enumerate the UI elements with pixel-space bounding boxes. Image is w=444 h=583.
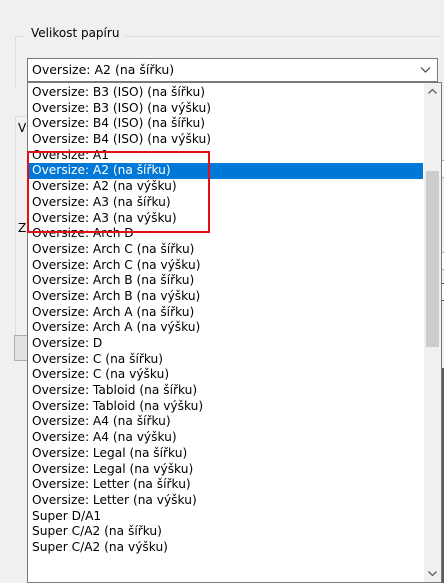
dropdown-scrollbar[interactable] (424, 83, 441, 582)
list-item[interactable]: Oversize: Arch B (na šířku) (28, 273, 423, 289)
list-item[interactable]: Oversize: Arch A (na šířku) (28, 305, 423, 321)
list-item[interactable]: Super D/A1 (28, 509, 423, 525)
red-annotation-box (27, 151, 210, 233)
list-item[interactable]: Oversize: C (na šířku) (28, 352, 423, 368)
paper-size-group-label: Velikost papíru (25, 26, 126, 40)
list-item[interactable]: Oversize: D (28, 336, 423, 352)
list-item[interactable]: Oversize: Arch A (na výšku) (28, 320, 423, 336)
list-item[interactable]: Oversize: Legal (na šířku) (28, 446, 423, 462)
list-item[interactable]: Oversize: B3 (ISO) (na šířku) (28, 85, 423, 101)
list-item[interactable]: Oversize: Tabloid (na výšku) (28, 399, 423, 415)
paper-size-combobox[interactable]: Oversize: A2 (na šířku) (27, 58, 438, 82)
list-item[interactable]: Oversize: Letter (na šířku) (28, 477, 423, 493)
paper-size-selected-value: Oversize: A2 (na šířku) (32, 62, 175, 77)
list-item[interactable]: Oversize: Arch C (na šířku) (28, 242, 423, 258)
list-item[interactable]: Super C/A2 (na výšku) (28, 540, 423, 556)
list-item[interactable]: Oversize: Letter (na výšku) (28, 493, 423, 509)
paper-size-label-text: Velikost papíru (31, 26, 120, 40)
background-label-fragment-v: V (18, 121, 27, 135)
list-item[interactable]: Oversize: Tabloid (na šířku) (28, 383, 423, 399)
list-item[interactable]: Oversize: B4 (ISO) (na výšku) (28, 132, 423, 148)
background-label-fragment-z: Z (18, 221, 27, 235)
list-item[interactable]: Super C/A2 (na šířku) (28, 524, 423, 540)
scrollbar-thumb[interactable] (426, 171, 439, 347)
print-settings-screen: Velikost papíru V Z y s Oversize: A2 (na… (0, 0, 444, 583)
arrow-up-icon[interactable] (424, 83, 441, 100)
list-item[interactable]: Oversize: A4 (na výšku) (28, 430, 423, 446)
list-item[interactable]: Oversize: B4 (ISO) (na šířku) (28, 116, 423, 132)
list-item[interactable]: Oversize: B3 (ISO) (na výšku) (28, 101, 423, 117)
arrow-down-icon[interactable] (424, 565, 441, 582)
list-item[interactable]: Oversize: Arch C (na výšku) (28, 258, 423, 274)
list-item[interactable]: Oversize: Legal (na výšku) (28, 462, 423, 478)
chevron-down-icon[interactable] (420, 64, 431, 78)
list-item[interactable]: Oversize: Arch B (na výšku) (28, 289, 423, 305)
list-item[interactable]: Oversize: A4 (na šířku) (28, 414, 423, 430)
list-item[interactable]: Oversize: C (na výšku) (28, 367, 423, 383)
